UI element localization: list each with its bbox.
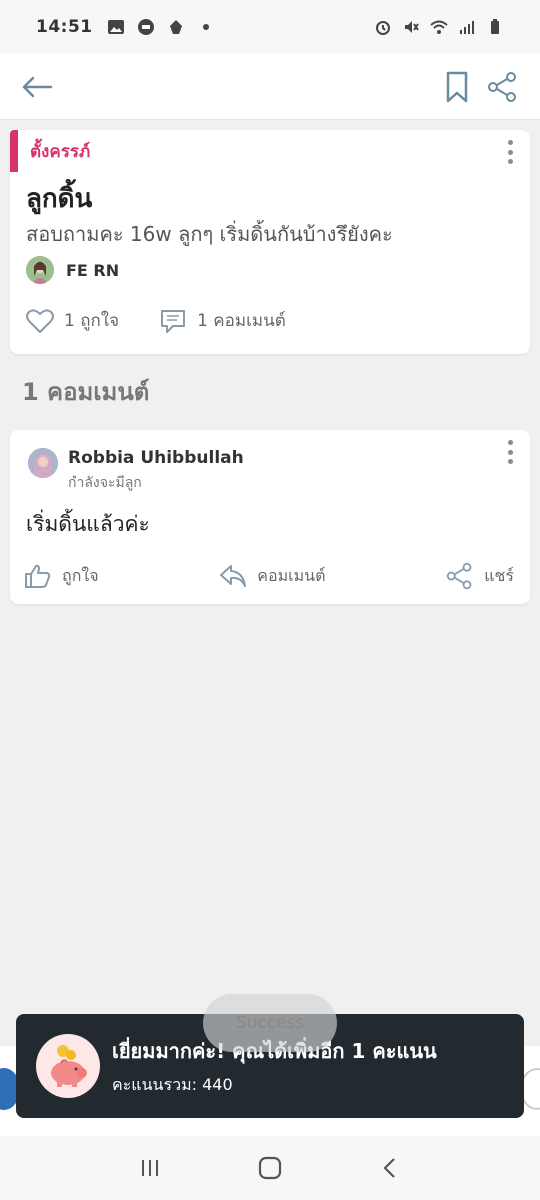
alarm-icon: [376, 21, 390, 35]
commenter-status: กำลังจะมีลูก: [68, 475, 142, 491]
status-left-icons: [107, 18, 215, 36]
post-more-options-icon[interactable]: [500, 140, 520, 164]
home-icon[interactable]: [257, 1155, 283, 1181]
back-arrow-icon: [22, 76, 53, 97]
commenter-name[interactable]: Robbia Uhibbullah: [68, 448, 244, 468]
post-body: สอบถามคะ 16w ลูกๆ เริ่มดิ้นกันบ้างรึยังค…: [26, 222, 393, 246]
author-avatar[interactable]: [26, 256, 54, 284]
comment-card: Robbia Uhibbullah กำลังจะมีลูก เริ่มดิ้น…: [10, 430, 530, 604]
post-author[interactable]: FE RN: [26, 256, 119, 284]
reply-icon: [220, 565, 247, 587]
mute-icon: [405, 21, 419, 33]
post-comment-button[interactable]: 1 คอมเมนต์: [159, 307, 286, 334]
post-card: ตั้งครรภ์ ลูกดิ้น สอบถามคะ 16w ลูกๆ เริ่…: [10, 130, 530, 354]
commenter-avatar[interactable]: [28, 448, 58, 478]
dot-icon: [202, 24, 209, 30]
author-name: FE RN: [66, 260, 120, 280]
comment-more-options-icon[interactable]: [500, 440, 520, 464]
line-icon: [137, 19, 154, 35]
comment-share-label: แชร์: [484, 565, 514, 585]
comment-reply-label: คอมเมนต์: [257, 565, 326, 585]
recent-apps-icon[interactable]: [138, 1156, 162, 1180]
app-icon: [169, 20, 182, 34]
post-title: ลูกดิ้น: [26, 184, 93, 214]
status-time: 14:51: [36, 17, 93, 37]
share-button[interactable]: [486, 70, 520, 104]
comment-share-button[interactable]: แชร์: [446, 562, 514, 590]
comment-text: เริ่มดิ้นแล้วค่ะ: [26, 512, 150, 536]
back-icon[interactable]: [378, 1156, 402, 1180]
comment-like-button[interactable]: ถูกใจ: [24, 563, 99, 589]
comment-icon: [161, 309, 186, 333]
signal-icon: [460, 21, 474, 34]
app-bar: [0, 54, 540, 120]
back-button[interactable]: [20, 70, 54, 104]
category-tag[interactable]: ตั้งครรภ์: [10, 130, 90, 172]
share-icon: [447, 562, 472, 590]
post-like-label: 1 ถูกใจ: [64, 311, 120, 331]
bookmark-button[interactable]: [440, 70, 474, 104]
comment-like-label: ถูกใจ: [62, 565, 99, 585]
comments-heading: 1 คอมเมนต์: [22, 378, 150, 406]
thumbs-up-icon: [25, 564, 51, 588]
share-icon: [488, 71, 516, 102]
piggy-bank-icon: [36, 1034, 100, 1098]
post-like-button[interactable]: 1 ถูกใจ: [26, 307, 119, 334]
toast-subtitle: คะแนนรวม: 440: [112, 1074, 233, 1094]
status-right-icons: [374, 18, 504, 36]
success-pill: Success: [203, 994, 337, 1052]
heart-icon: [26, 308, 54, 333]
status-bar: 14:51: [0, 0, 540, 54]
battery-icon: [491, 19, 499, 34]
wifi-icon: [430, 20, 448, 34]
comment-reply-button[interactable]: คอมเมนต์: [219, 563, 326, 589]
comment-actions: ถูกใจ คอมเมนต์ แชร์: [24, 562, 514, 590]
gallery-icon: [107, 20, 124, 34]
post-comment-label: 1 คอมเมนต์: [197, 311, 286, 331]
post-actions: 1 ถูกใจ 1 คอมเมนต์: [26, 307, 286, 334]
bookmark-icon: [446, 71, 468, 102]
system-nav-bar: [0, 1136, 540, 1200]
